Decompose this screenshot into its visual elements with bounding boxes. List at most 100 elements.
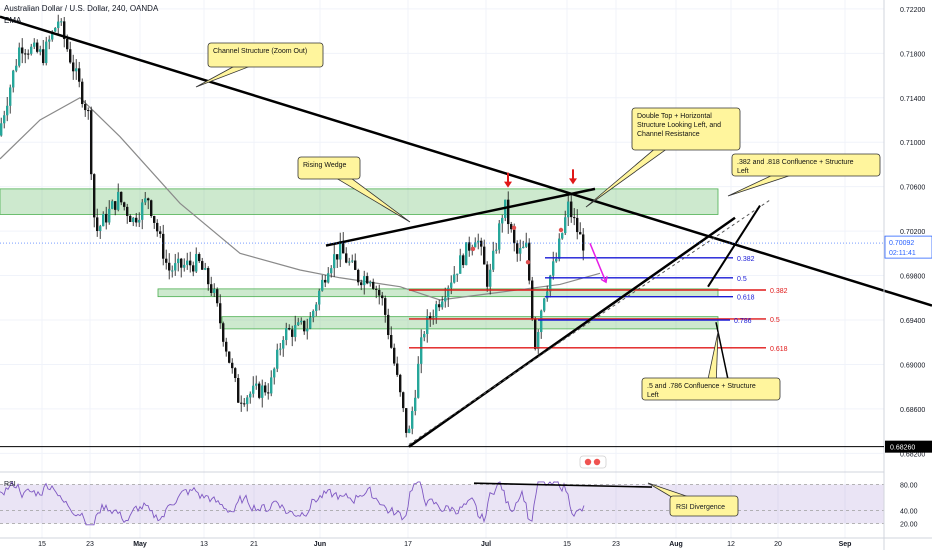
candle-body xyxy=(348,261,351,263)
candle-body xyxy=(483,246,486,265)
indicator-label: EMA xyxy=(4,16,22,25)
candle-body xyxy=(360,282,363,286)
candle-body xyxy=(72,62,75,72)
fib-level-label: 0.618 xyxy=(770,346,788,353)
candle-body xyxy=(33,42,36,47)
candle-body xyxy=(516,243,519,254)
callout-text: Rising Wedge xyxy=(303,162,347,169)
candle-body xyxy=(231,362,234,369)
candle-body xyxy=(93,174,96,218)
candle-body xyxy=(252,385,255,394)
earnings-flag-icon xyxy=(579,455,607,469)
marked-price-label: 0.68260 xyxy=(890,445,915,452)
countdown-label: 02:11:41 xyxy=(889,250,916,257)
candle-body xyxy=(330,268,333,274)
candle-body xyxy=(21,47,24,54)
candle-body xyxy=(234,368,237,378)
candle-body xyxy=(141,202,144,220)
swing-marker xyxy=(470,246,476,252)
candle-body xyxy=(378,289,381,296)
candle-body xyxy=(324,279,327,283)
candle-body xyxy=(294,325,297,337)
candle-body xyxy=(396,363,399,375)
candle-body xyxy=(159,231,162,234)
candle-body xyxy=(219,303,222,324)
time-tick-label: 21 xyxy=(250,541,258,548)
swing-marker xyxy=(511,225,517,230)
candle-body xyxy=(30,46,33,54)
candle-body xyxy=(6,105,9,116)
candle-body xyxy=(174,263,177,271)
candle-body xyxy=(12,70,15,88)
candle-body xyxy=(45,41,48,64)
candle-body xyxy=(201,261,204,270)
candle-body xyxy=(81,81,84,105)
candle-body xyxy=(117,191,120,210)
chart-root: 0.382 0.5 0.618 0.382 0.5 0.618 0.786 Channel … xyxy=(0,0,932,550)
candle-body xyxy=(132,217,135,223)
candle-body xyxy=(261,385,264,398)
time-tick-label: 17 xyxy=(404,541,412,548)
candle-body xyxy=(375,288,378,290)
candle-body xyxy=(78,68,81,82)
candle-body xyxy=(282,340,285,349)
candle-body xyxy=(402,392,405,409)
candle-body xyxy=(183,264,186,268)
candle-body xyxy=(120,191,123,203)
candle-body xyxy=(105,213,108,223)
candle-body xyxy=(399,374,402,393)
candle-body xyxy=(249,393,252,398)
candle-body xyxy=(438,304,441,308)
candle-body xyxy=(84,104,87,111)
candle-body xyxy=(270,377,273,394)
candle-body xyxy=(468,242,471,251)
candle-body xyxy=(372,281,375,289)
candle-body xyxy=(564,217,567,234)
candle-body xyxy=(546,291,549,299)
price-tick-label: 0.71800 xyxy=(900,51,925,58)
fib-level-label: 0.382 xyxy=(737,256,755,263)
candle-body xyxy=(54,27,57,32)
fib-level-label: 0.786 xyxy=(734,318,752,325)
price-tick-label: 0.70200 xyxy=(900,229,925,236)
candle-body xyxy=(387,314,390,336)
candle-body xyxy=(567,201,570,218)
candle-body xyxy=(423,333,426,338)
candle-body xyxy=(150,200,153,217)
candle-body xyxy=(204,268,207,270)
fib-level-label: 0.618 xyxy=(737,295,755,302)
candle-body xyxy=(300,320,303,323)
candle-body xyxy=(291,329,294,337)
candle-body xyxy=(345,253,348,263)
candle-body xyxy=(42,49,45,64)
candle-body xyxy=(465,242,468,266)
candle-body xyxy=(519,247,522,254)
rsi-tick-label: 20.00 xyxy=(900,522,918,529)
candle-body xyxy=(147,198,150,201)
candle-body xyxy=(240,402,243,404)
candle-body xyxy=(462,255,465,266)
candle-body xyxy=(144,198,147,203)
chart-canvas[interactable]: 0.382 0.5 0.618 0.382 0.5 0.618 0.786 Channel … xyxy=(0,0,932,550)
candle-body xyxy=(405,408,408,433)
rsi-callout-text: RSI Divergence xyxy=(676,504,725,511)
time-tick-label: 13 xyxy=(200,541,208,548)
candle-body xyxy=(459,255,462,274)
swing-marker xyxy=(525,260,531,265)
time-tick-label: Jun xyxy=(314,541,326,548)
candle-body xyxy=(357,269,360,283)
candle-body xyxy=(39,49,42,52)
rsi-tick-label: 80.00 xyxy=(900,483,918,490)
candle-body xyxy=(477,240,480,243)
candle-body xyxy=(582,234,585,251)
candle-body xyxy=(285,328,288,341)
candle-body xyxy=(237,377,240,403)
time-tick-label: 15 xyxy=(563,541,571,548)
candle-body xyxy=(123,202,126,207)
candle-body xyxy=(420,337,423,364)
candle-body xyxy=(96,217,99,232)
price-tick-label: 0.69800 xyxy=(900,274,925,281)
candle-body xyxy=(390,335,393,348)
candle-body xyxy=(186,260,189,265)
candle-body xyxy=(558,238,561,259)
